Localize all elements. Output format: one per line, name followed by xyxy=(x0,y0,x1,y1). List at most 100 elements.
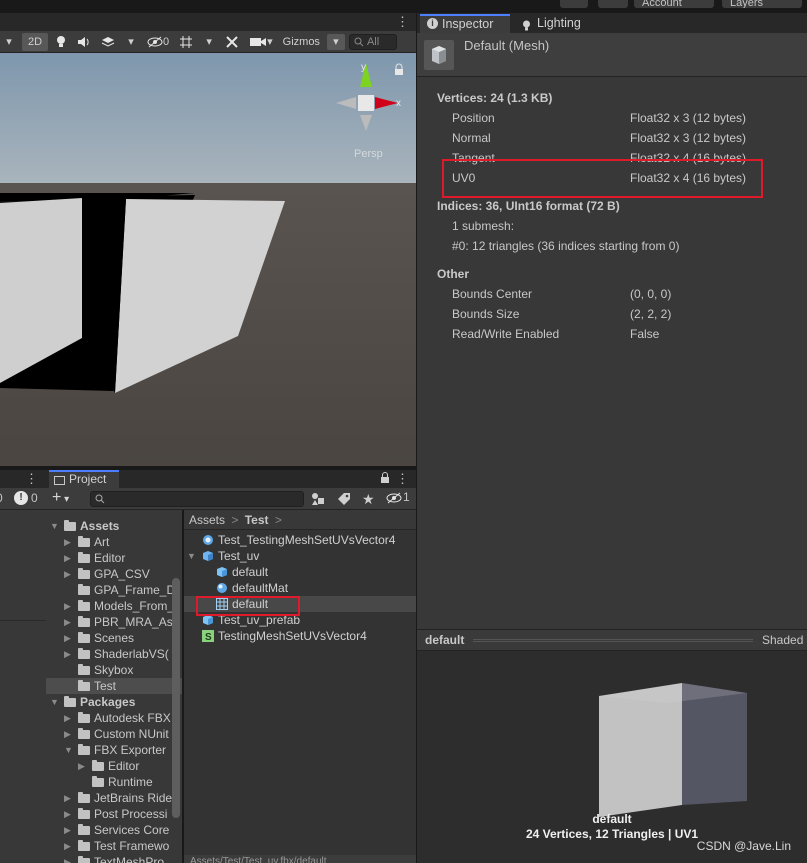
gizmo-y-label: y xyxy=(361,62,366,73)
tree-item-label: Editor xyxy=(94,551,126,565)
tab-project[interactable]: Project xyxy=(49,470,119,489)
collapsed-arrow-icon[interactable]: ▶ xyxy=(64,854,74,863)
tree-item[interactable]: ▶ Art xyxy=(46,534,182,550)
hidden-objects-toggle[interactable]: 0 xyxy=(144,33,172,51)
tree-scrollbar[interactable] xyxy=(172,578,180,818)
lock-icon[interactable] xyxy=(380,472,390,487)
more-options-icon[interactable]: ⋮ xyxy=(396,471,409,487)
collapsed-arrow-icon[interactable]: ▶ xyxy=(64,822,74,838)
tree-item[interactable]: Test xyxy=(46,678,182,694)
gizmos-button[interactable]: Gizmos xyxy=(280,33,323,51)
breadcrumb-test[interactable]: Test xyxy=(245,513,269,527)
effects-toggle-icon[interactable] xyxy=(98,33,118,51)
tree-item[interactable]: ▶ Autodesk FBX xyxy=(46,710,182,726)
search-by-label-icon[interactable] xyxy=(337,492,351,509)
gizmo-x-label: x xyxy=(396,98,401,109)
account-dropdown[interactable]: Account xyxy=(634,0,714,8)
tree-item[interactable]: ▼ Packages xyxy=(46,694,182,710)
projection-label[interactable]: Persp xyxy=(354,148,383,160)
tree-item[interactable]: ▶ Test Framewo xyxy=(46,838,182,854)
audio-toggle-icon[interactable] xyxy=(74,33,94,51)
tree-item-label: FBX Exporter xyxy=(94,743,167,757)
gizmos-dropdown-icon[interactable]: ▾ xyxy=(326,33,345,50)
info-icon: i xyxy=(427,18,438,29)
shading-mode-dropdown[interactable]: Shaded xyxy=(762,633,803,647)
collapsed-arrow-icon[interactable]: ▶ xyxy=(78,758,88,774)
collapsed-arrow-icon[interactable]: ▶ xyxy=(64,838,74,854)
grid-dropdown-icon[interactable]: ▾ xyxy=(200,33,218,51)
camera-icon[interactable]: ▾ xyxy=(246,33,276,51)
collapsed-arrow-icon[interactable]: ▶ xyxy=(64,630,74,646)
tree-item[interactable]: ▶ JetBrains Ride xyxy=(46,790,182,806)
expanded-arrow-icon[interactable]: ▼ xyxy=(50,694,60,710)
collapsed-arrow-icon[interactable]: ▶ xyxy=(64,614,74,630)
collapsed-arrow-icon[interactable]: ▶ xyxy=(64,710,74,726)
file-item[interactable]: S TestingMeshSetUVsVector4 xyxy=(184,628,417,644)
file-item-label: default xyxy=(232,565,269,579)
collapsed-arrow-icon[interactable]: ▶ xyxy=(64,646,74,662)
expanded-arrow-icon[interactable]: ▼ xyxy=(187,548,196,564)
collapsed-arrow-icon[interactable]: ▶ xyxy=(64,566,74,582)
collab-icon[interactable] xyxy=(560,0,588,8)
expanded-arrow-icon[interactable]: ▼ xyxy=(50,518,60,534)
error-icon[interactable]: ! xyxy=(14,491,28,505)
collapsed-arrow-icon[interactable]: ▶ xyxy=(64,806,74,822)
folder-icon xyxy=(78,584,90,595)
dropdown-arrow-icon[interactable]: ▾ xyxy=(0,33,18,51)
preview-drag-handle[interactable] xyxy=(473,639,753,642)
more-options-icon[interactable]: ⋮ xyxy=(396,14,409,30)
tree-item-label: Skybox xyxy=(94,663,134,677)
tree-item[interactable]: ▶ Post Processi xyxy=(46,806,182,822)
tree-item[interactable]: ▶ Services Core xyxy=(46,822,182,838)
toggle-2d-button[interactable]: 2D xyxy=(22,32,48,51)
highlight-box xyxy=(196,596,300,616)
tab-lighting[interactable]: Lighting xyxy=(515,14,605,33)
collapsed-arrow-icon[interactable]: ▶ xyxy=(64,550,74,566)
effects-dropdown-icon[interactable]: ▾ xyxy=(122,33,140,51)
layers-dropdown[interactable]: Layers xyxy=(722,0,802,8)
more-options-icon[interactable]: ⋮ xyxy=(25,471,38,487)
tree-item[interactable]: Runtime xyxy=(46,774,182,790)
breadcrumb-assets[interactable]: Assets xyxy=(189,513,225,527)
mesh-preview[interactable]: default 24 Vertices, 12 Triangles | UV1 … xyxy=(417,651,807,863)
scene-viewport[interactable]: y x Persp xyxy=(0,53,417,466)
tree-item[interactable]: ▶ GPA_CSV xyxy=(46,566,182,582)
tree-item[interactable]: ▶ Models_From_ xyxy=(46,598,182,614)
project-tab-label: Project xyxy=(69,472,107,486)
tree-item[interactable]: ▶ Custom NUnit xyxy=(46,726,182,742)
tree-item[interactable]: ▶ ShaderlabVS( xyxy=(46,646,182,662)
grid-toggle-icon[interactable] xyxy=(176,33,196,51)
tree-item[interactable]: Skybox xyxy=(46,662,182,678)
collapsed-arrow-icon[interactable]: ▶ xyxy=(64,534,74,550)
create-button[interactable]: + ▾ xyxy=(52,489,69,507)
tree-item[interactable]: ▶ Editor xyxy=(46,758,182,774)
tree-item[interactable]: GPA_Frame_D xyxy=(46,582,182,598)
cloud-icon[interactable] xyxy=(598,0,628,8)
tab-inspector[interactable]: i Inspector xyxy=(420,14,510,33)
file-item[interactable]: ▼ Test_uv xyxy=(184,548,417,564)
scene-search-input[interactable]: All xyxy=(348,33,397,50)
favorite-star-icon[interactable]: ★ xyxy=(362,491,375,508)
search-by-type-icon[interactable] xyxy=(311,492,325,509)
tree-item[interactable]: ▶ Scenes xyxy=(46,630,182,646)
folder-icon xyxy=(78,728,90,739)
hidden-packages-toggle[interactable]: 1 xyxy=(386,490,410,507)
project-footer-path: Assets/Test/Test_uv.fbx/default xyxy=(184,855,417,863)
gizmos-label: Gizmos xyxy=(282,35,320,48)
tools-icon[interactable] xyxy=(222,33,242,51)
file-item[interactable]: Test_TestingMeshSetUVsVector4 xyxy=(184,532,417,548)
tree-item[interactable]: ▶ PBR_MRA_As xyxy=(46,614,182,630)
file-item[interactable]: defaultMat xyxy=(184,580,417,596)
project-search-input[interactable] xyxy=(90,491,304,507)
expanded-arrow-icon[interactable]: ▼ xyxy=(64,742,74,758)
mesh-icon xyxy=(424,40,454,70)
collapsed-arrow-icon[interactable]: ▶ xyxy=(64,598,74,614)
file-item[interactable]: default xyxy=(184,564,417,580)
tree-item[interactable]: ▶ Editor xyxy=(46,550,182,566)
tree-item[interactable]: ▼ FBX Exporter xyxy=(46,742,182,758)
tree-item[interactable]: ▶ TextMeshPro xyxy=(46,854,182,863)
lighting-toggle-icon[interactable] xyxy=(52,33,70,51)
tree-item[interactable]: ▼ Assets xyxy=(46,518,182,534)
collapsed-arrow-icon[interactable]: ▶ xyxy=(64,790,74,806)
collapsed-arrow-icon[interactable]: ▶ xyxy=(64,726,74,742)
